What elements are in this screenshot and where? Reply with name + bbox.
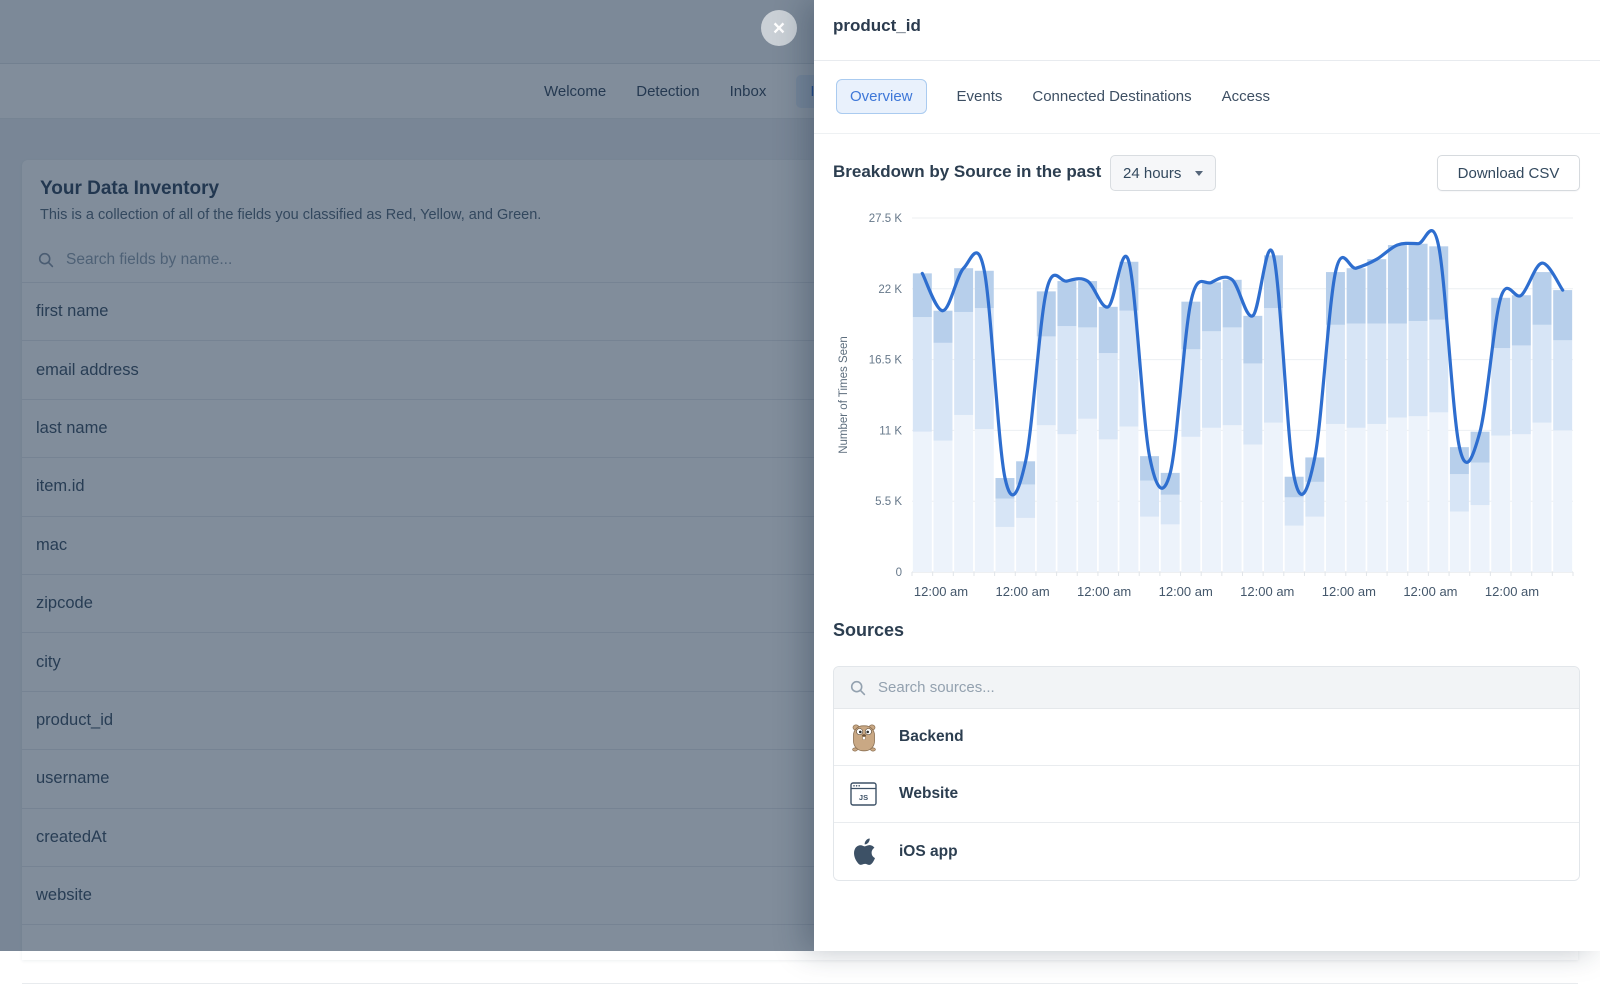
svg-text:12:00 am: 12:00 am [1322,584,1376,599]
source-row-ios-app[interactable]: iOS app [834,823,1579,880]
source-name: Website [899,785,958,803]
apple-icon [852,838,876,866]
svg-text:12:00 am: 12:00 am [1485,584,1539,599]
source-rows: Backend JS Website iOS app [834,709,1579,880]
svg-text:12:00 am: 12:00 am [1159,584,1213,599]
svg-text:12:00 am: 12:00 am [1403,584,1457,599]
svg-text:5.5 K: 5.5 K [875,496,902,508]
tab-overview[interactable]: Overview [836,79,927,114]
svg-text:11 K: 11 K [879,425,902,437]
tab-access[interactable]: Access [1222,88,1270,105]
gopher-icon [851,723,877,752]
modal-dim-overlay[interactable] [0,0,814,951]
breakdown-chart-svg: 27.5 K 22 K 16.5 K 11 K 5.5 K 0 Number of Time… [833,205,1580,600]
chevron-down-icon [1195,171,1203,176]
tab-connected-destinations[interactable]: Connected Destinations [1032,88,1191,105]
tab-events[interactable]: Events [957,88,1003,105]
svg-text:22 K: 22 K [878,284,902,296]
svg-text:0: 0 [896,567,902,579]
sources-search-bar[interactable] [834,667,1579,709]
source-name: iOS app [899,843,958,861]
download-csv-button[interactable]: Download CSV [1437,155,1580,191]
source-name: Backend [899,728,964,746]
divider [814,60,1600,61]
sources-heading: Sources [833,620,904,641]
svg-text:JS: JS [859,793,868,802]
time-range-value: 24 hours [1123,165,1181,182]
js-browser-icon: JS [850,781,877,807]
svg-text:Number of Times Seen: Number of Times Seen [838,336,850,454]
source-row-backend[interactable]: Backend [834,709,1579,766]
panel-tabs: Overview Events Connected Destinations Acce… [836,79,1270,113]
svg-text:12:00 am: 12:00 am [914,584,968,599]
time-range-select[interactable]: 24 hours [1110,155,1216,191]
breakdown-chart: 27.5 K 22 K 16.5 K 11 K 5.5 K 0 Number of Time… [833,205,1580,600]
svg-text:12:00 am: 12:00 am [1240,584,1294,599]
breakdown-heading: Breakdown by Source in the past [833,162,1101,182]
source-row-website[interactable]: JS Website [834,766,1579,823]
divider [814,133,1600,134]
field-detail-panel: product_id Overview Events Connected Desti… [814,0,1600,951]
close-icon: × [773,18,785,39]
svg-text:12:00 am: 12:00 am [1077,584,1131,599]
svg-text:27.5 K: 27.5 K [869,213,903,225]
close-panel-button[interactable]: × [761,10,797,46]
search-icon [850,680,866,696]
sources-search-input[interactable] [878,679,1563,696]
sources-list: Backend JS Website iOS app [833,666,1580,881]
svg-text:12:00 am: 12:00 am [995,584,1049,599]
svg-text:16.5 K: 16.5 K [869,355,903,367]
panel-title: product_id [833,16,921,36]
